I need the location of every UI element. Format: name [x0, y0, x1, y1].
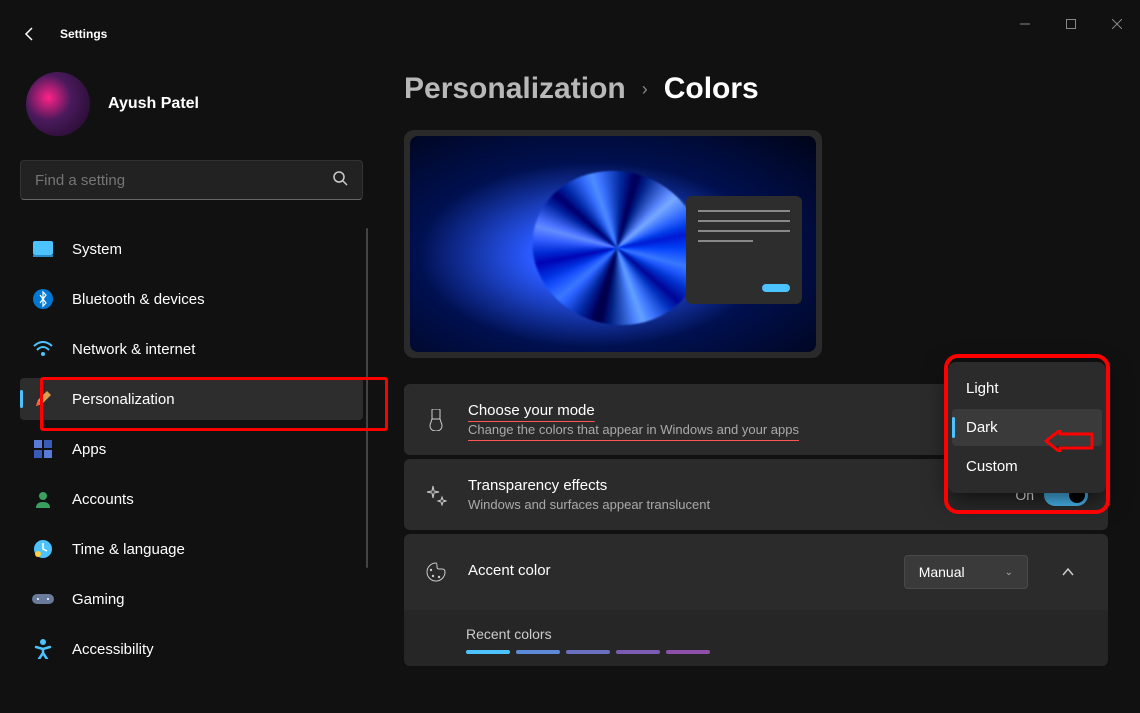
mode-dropdown-menu: Light Dark Custom [948, 362, 1106, 493]
breadcrumb: Personalization › Colors [404, 72, 1108, 106]
back-button[interactable] [20, 24, 40, 44]
palette-icon [424, 560, 448, 584]
user-name: Ayush Patel [108, 95, 199, 113]
person-icon [32, 488, 54, 510]
maximize-button[interactable] [1048, 8, 1094, 40]
page-title: Colors [664, 72, 759, 106]
system-icon [32, 238, 54, 260]
sidebar-item-label: Time & language [72, 541, 185, 558]
sidebar-item-label: Gaming [72, 591, 125, 608]
sidebar-item-bluetooth[interactable]: Bluetooth & devices [20, 278, 363, 320]
brush-icon [424, 408, 448, 432]
chevron-down-icon: ⌄ [1005, 567, 1013, 578]
search-icon [332, 170, 348, 191]
sidebar-item-gaming[interactable]: Gaming [20, 578, 363, 620]
sidebar-item-label: Accessibility [72, 641, 154, 658]
menu-item-light[interactable]: Light [952, 370, 1102, 407]
accessibility-icon [32, 638, 54, 660]
sidebar-item-accounts[interactable]: Accounts [20, 478, 363, 520]
sidebar-item-time[interactable]: Time & language [20, 528, 363, 570]
breadcrumb-parent[interactable]: Personalization [404, 72, 626, 106]
wifi-icon [32, 338, 54, 360]
color-swatch[interactable] [516, 650, 560, 654]
sidebar-item-accessibility[interactable]: Accessibility [20, 628, 363, 670]
color-swatch[interactable] [616, 650, 660, 654]
color-swatch[interactable] [466, 650, 510, 654]
avatar [26, 72, 90, 136]
sidebar-item-label: Accounts [72, 491, 134, 508]
color-swatch[interactable] [666, 650, 710, 654]
sparkle-icon [424, 483, 448, 507]
apps-icon [32, 438, 54, 460]
accent-color-card[interactable]: Accent color Manual ⌄ [404, 534, 1108, 610]
card-title: Accent color [468, 562, 904, 579]
sidebar-item-label: Bluetooth & devices [72, 291, 205, 308]
collapse-button[interactable] [1048, 552, 1088, 592]
sidebar-item-personalization[interactable]: Personalization [20, 378, 363, 420]
clock-icon [32, 538, 54, 560]
sidebar-item-apps[interactable]: Apps [20, 428, 363, 470]
sidebar-item-system[interactable]: System [20, 228, 363, 270]
close-button[interactable] [1094, 8, 1140, 40]
menu-item-dark[interactable]: Dark [952, 409, 1102, 446]
sidebar-scrollbar[interactable] [366, 228, 368, 568]
color-swatch[interactable] [566, 650, 610, 654]
recent-colors-label: Recent colors [404, 610, 1108, 650]
sidebar-item-label: Network & internet [72, 341, 195, 358]
sidebar-item-label: Apps [72, 441, 106, 458]
user-profile[interactable]: Ayush Patel [20, 72, 370, 136]
preview-window [686, 196, 802, 304]
card-subtitle: Windows and surfaces appear translucent [468, 497, 1015, 512]
menu-item-custom[interactable]: Custom [952, 448, 1102, 485]
gamepad-icon [32, 588, 54, 610]
search-input[interactable] [35, 172, 332, 189]
sidebar-item-label: Personalization [72, 391, 175, 408]
search-box[interactable] [20, 160, 363, 200]
recent-colors-row [404, 650, 1108, 654]
accent-mode-dropdown[interactable]: Manual ⌄ [904, 555, 1028, 589]
sidebar-item-label: System [72, 241, 122, 258]
app-title: Settings [60, 27, 107, 41]
chevron-right-icon: › [642, 79, 648, 100]
card-title: Transparency effects [468, 477, 1015, 494]
minimize-button[interactable] [1002, 8, 1048, 40]
dropdown-value: Manual [919, 564, 965, 580]
bluetooth-icon [32, 288, 54, 310]
desktop-preview [404, 130, 822, 358]
paintbrush-icon [32, 388, 54, 410]
sidebar-item-network[interactable]: Network & internet [20, 328, 363, 370]
